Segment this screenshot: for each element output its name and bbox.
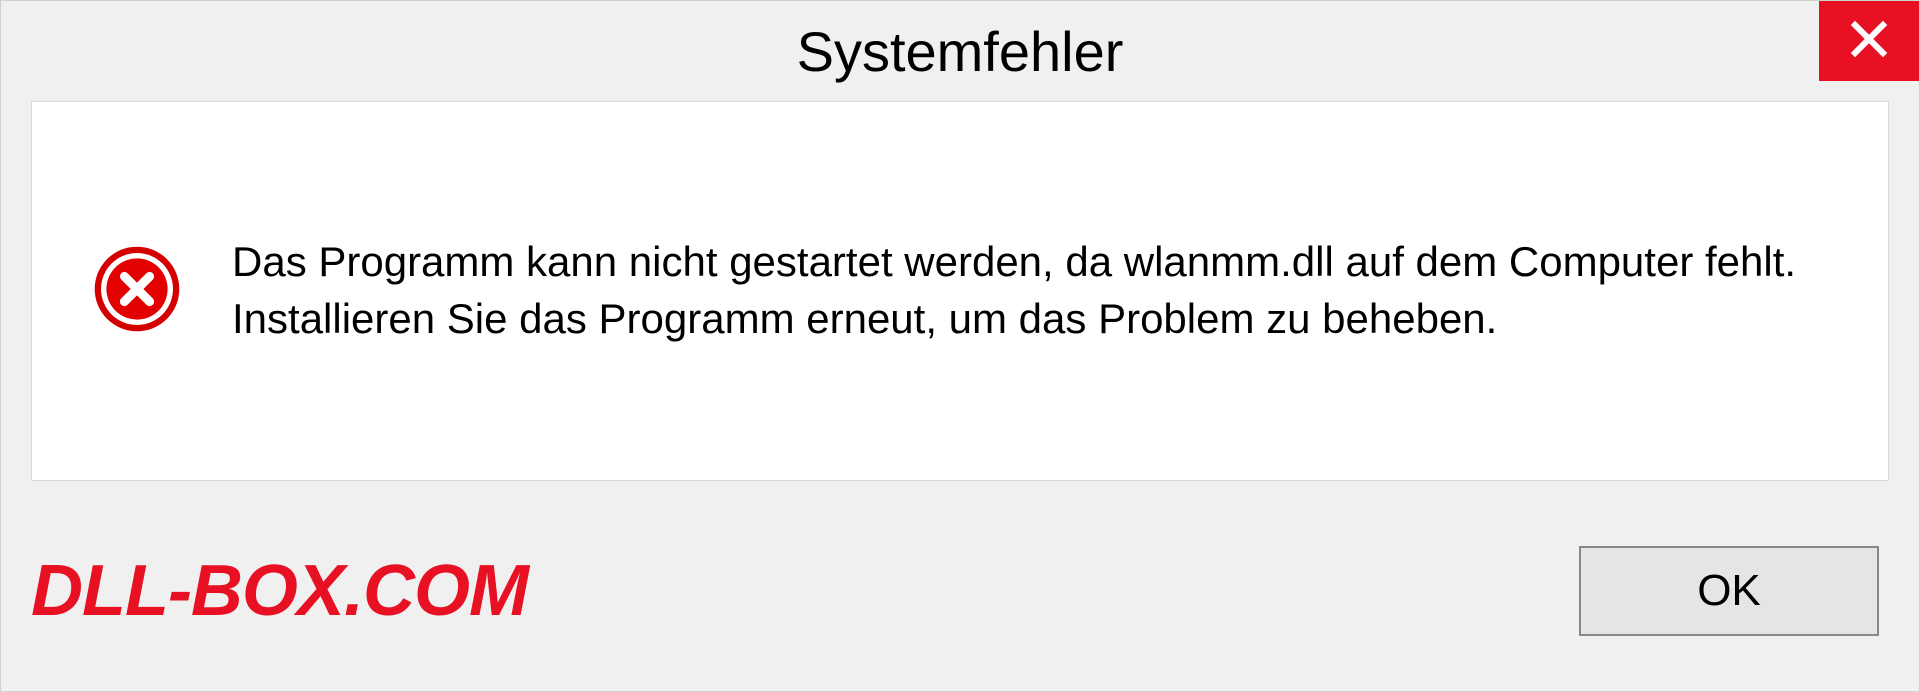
error-dialog: Systemfehler Das Programm kann nicht ges… — [0, 0, 1920, 692]
content-panel: Das Programm kann nicht gestartet werden… — [31, 101, 1889, 481]
ok-button[interactable]: OK — [1579, 546, 1879, 636]
titlebar: Systemfehler — [1, 1, 1919, 101]
watermark-text: DLL-BOX.COM — [31, 550, 528, 632]
close-icon — [1849, 19, 1889, 64]
error-message: Das Programm kann nicht gestartet werden… — [232, 234, 1828, 347]
dialog-footer: DLL-BOX.COM OK — [1, 511, 1919, 691]
error-icon — [92, 244, 182, 339]
dialog-title: Systemfehler — [797, 19, 1124, 84]
close-button[interactable] — [1819, 1, 1919, 81]
